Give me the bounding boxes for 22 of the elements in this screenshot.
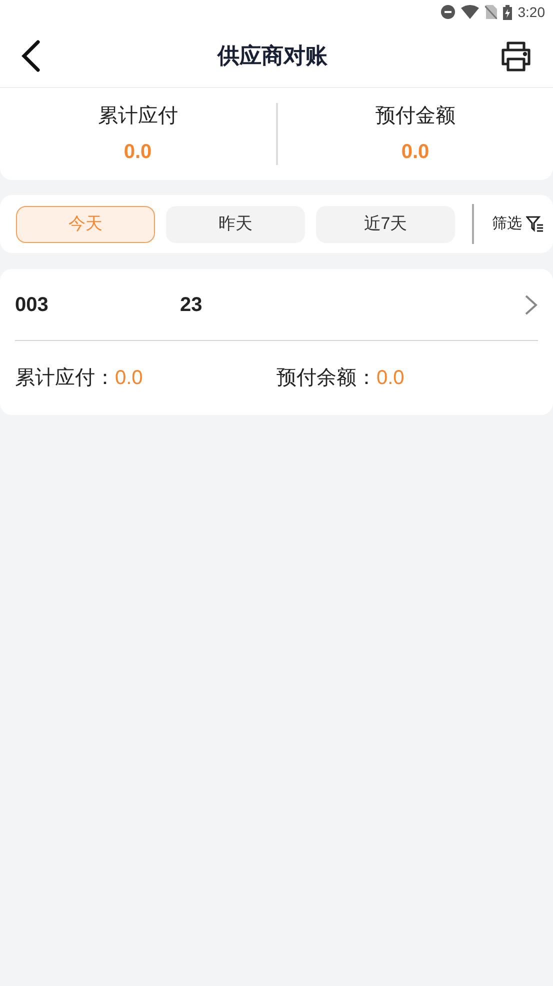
field-value: 0.0 bbox=[376, 366, 404, 391]
page-title: 供应商对账 bbox=[218, 42, 328, 70]
battery-charging-icon bbox=[502, 4, 512, 20]
date-tab[interactable]: 昨天 bbox=[166, 206, 305, 242]
no-sim-icon bbox=[484, 5, 497, 19]
summary-label: 预付金额 bbox=[375, 104, 456, 129]
field-label: 累计应付： bbox=[15, 366, 115, 391]
chevron-right-icon[interactable] bbox=[524, 294, 538, 316]
wifi-icon bbox=[460, 5, 479, 19]
summary-value: 0.0 bbox=[401, 140, 430, 165]
record-name: 23 bbox=[180, 292, 204, 318]
field-value: 0.0 bbox=[115, 366, 143, 391]
status-time: 3:20 bbox=[518, 2, 545, 22]
filter-button[interactable]: 筛选 bbox=[492, 212, 544, 236]
summary-value: 0.0 bbox=[124, 140, 152, 165]
filter-icon bbox=[526, 215, 544, 233]
print-button[interactable] bbox=[499, 38, 533, 72]
record-code: 003 bbox=[15, 292, 50, 318]
date-tab[interactable]: 近7天 bbox=[316, 206, 455, 242]
do-not-disturb-icon bbox=[440, 5, 455, 19]
field-label: 预付余额： bbox=[276, 366, 376, 391]
summary-label: 累计应付 bbox=[98, 104, 178, 129]
